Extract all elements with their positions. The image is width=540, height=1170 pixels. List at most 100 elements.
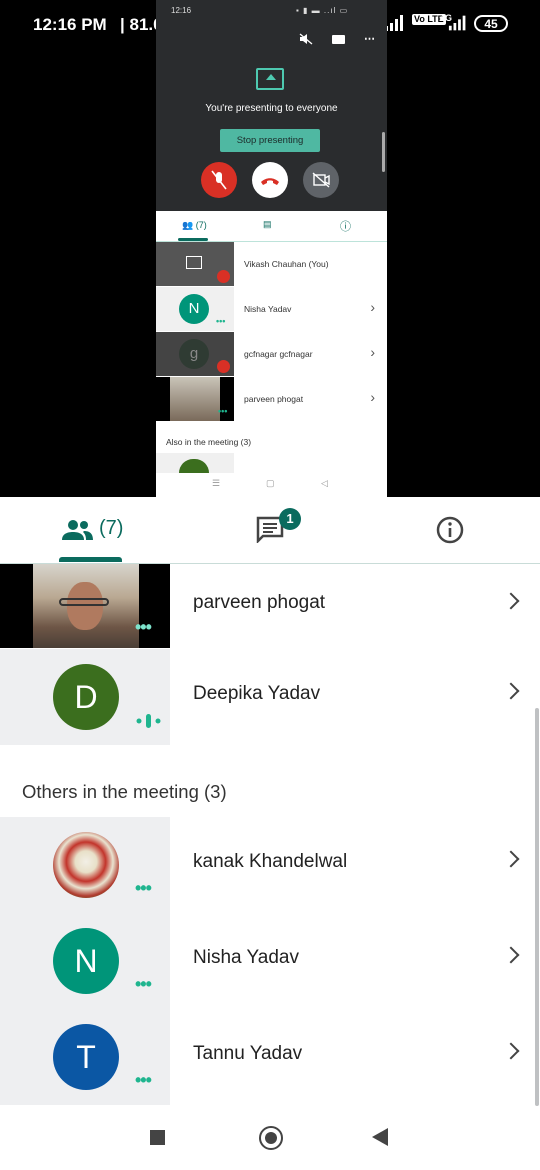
more-dots-icon: •••: [135, 1070, 152, 1090]
preview-thumb-video: •••: [156, 377, 234, 421]
chevron-right-icon: ›: [370, 299, 375, 315]
preview-people-panel: 👥 (7) ▤ ⓘ Vikash Chauhan (You) N ••• Nis…: [156, 211, 387, 497]
preview-thumb: N •••: [156, 287, 234, 331]
chevron-right-icon: [502, 592, 520, 610]
preview-tabs: 👥 (7) ▤ ⓘ: [156, 211, 387, 242]
preview-present-icon: [186, 256, 202, 269]
speaking-icon: [136, 714, 161, 728]
end-call-button[interactable]: [252, 162, 288, 198]
presenting-text: You're presenting to everyone: [205, 103, 338, 114]
participant-tile: •••: [0, 817, 170, 913]
people-icon[interactable]: [60, 519, 94, 541]
participant-tile: N •••: [0, 913, 170, 1009]
tab-bar: [0, 497, 540, 564]
back-icon[interactable]: [372, 1128, 388, 1146]
preview-status-time: 12:16: [171, 6, 192, 15]
speaker-off-icon[interactable]: [299, 33, 313, 45]
info-icon[interactable]: [436, 516, 464, 544]
preview-video: [170, 377, 220, 421]
screen-share-area: 12:16 PM | 81.0KB/s Vo LTE 4G 45 12:16 ▪…: [0, 0, 540, 497]
recents-icon[interactable]: [150, 1130, 165, 1145]
avatar-photo: [53, 832, 119, 898]
stop-presenting-button[interactable]: Stop presenting: [220, 129, 320, 152]
preview-mic-off-icon: [217, 270, 230, 283]
tab-people-count[interactable]: (7): [99, 517, 123, 540]
preview-participant-name: parveen phogat: [244, 394, 304, 404]
presenting-icon: [256, 68, 284, 90]
preview-dots: •••: [216, 316, 226, 326]
status-time: 12:16 PM: [33, 15, 107, 34]
preview-participant-row: Vikash Chauhan (You): [156, 242, 387, 286]
participant-name: Nisha Yadav: [193, 947, 299, 968]
camera-off-button[interactable]: [303, 162, 339, 198]
preview-thumb: g: [156, 332, 234, 376]
preview-participant-name: gcfnagar gcfnagar: [244, 349, 313, 359]
chevron-right-icon: [502, 1042, 520, 1060]
participant-tile: T •••: [0, 1009, 170, 1105]
more-dots-icon: •••: [135, 617, 152, 637]
more-options-icon[interactable]: ⋯: [364, 33, 375, 45]
mic-off-button[interactable]: [201, 162, 237, 198]
preview-avatar: N: [179, 294, 209, 324]
avatar: N: [53, 928, 119, 994]
participant-glasses: [59, 598, 109, 606]
chevron-right-icon: [502, 850, 520, 868]
preview-nav-home-icon: ▢: [266, 478, 275, 488]
preview-thumb-present: [156, 242, 234, 286]
chevron-right-icon: [502, 946, 520, 964]
participant-row-deepika[interactable]: D Deepika Yadav: [0, 649, 540, 745]
preview-next-avatar: [179, 459, 209, 473]
participant-tile: D: [0, 649, 170, 745]
battery-icon: 45: [474, 15, 508, 32]
chevron-right-icon: ›: [370, 344, 375, 360]
preview-participant-row[interactable]: ••• parveen phogat ›: [156, 377, 387, 421]
participant-row-nisha[interactable]: N ••• Nisha Yadav: [0, 913, 540, 1009]
preview-next-thumb: [156, 453, 234, 473]
participant-video-tile: •••: [0, 564, 170, 648]
preview-nav-menu-icon: ☰: [212, 478, 221, 488]
preview-status-bar: 12:16 ▪ ▮ ▬ ..ıl ▭: [156, 6, 387, 20]
shared-screen-preview: 12:16 ▪ ▮ ▬ ..ıl ▭ ⋯ You're presenting t…: [156, 0, 387, 497]
preview-participant-row[interactable]: g gcfnagar gcfnagar ›: [156, 332, 387, 376]
preview-participant-name: Vikash Chauhan (You): [244, 259, 329, 269]
participant-name: parveen phogat: [193, 592, 326, 613]
preview-navbar: ☰ ▢ ◁: [156, 473, 387, 497]
chat-badge: 1: [279, 508, 301, 530]
list-scrollbar[interactable]: [535, 708, 539, 1106]
avatar: T: [53, 1024, 119, 1090]
participant-row-tannu[interactable]: T ••• Tannu Yadav: [0, 1009, 540, 1105]
participant-name: Tannu Yadav: [193, 1043, 303, 1064]
avatar: D: [53, 664, 119, 730]
chevron-right-icon: ›: [370, 389, 375, 405]
mic-off-icon: [211, 170, 227, 190]
chevron-right-icon: [502, 682, 520, 700]
preview-chat-icon: ▤: [263, 219, 272, 229]
preview-scrollbar: [382, 132, 385, 172]
participant-video: [33, 564, 139, 648]
preview-toolbar: ⋯: [299, 32, 375, 45]
signal-icon-2: [448, 15, 466, 31]
participant-row-parveen[interactable]: ••• parveen phogat: [0, 564, 540, 648]
captions-icon[interactable]: [331, 34, 345, 44]
preview-mic-off-icon: [217, 360, 230, 373]
preview-info-icon: ⓘ: [340, 221, 351, 233]
preview-people-count: (7): [195, 220, 207, 230]
participant-row-kanak[interactable]: ••• kanak Khandelwal: [0, 817, 540, 913]
camera-off-icon: [312, 172, 330, 188]
more-dots-icon: •••: [135, 878, 152, 898]
others-section-title: Others in the meeting (3): [22, 781, 227, 802]
tab-indicator: [59, 557, 122, 562]
participant-name: Deepika Yadav: [193, 683, 321, 704]
preview-avatar: g: [179, 339, 209, 369]
participant-face: [67, 582, 103, 630]
preview-tab-indicator: [178, 238, 208, 241]
more-dots-icon: •••: [135, 974, 152, 994]
preview-nav-back-icon: ◁: [321, 478, 328, 488]
signal-icon: [385, 15, 403, 31]
end-call-icon: [261, 178, 279, 185]
preview-status-icons: ▪ ▮ ▬ ..ıl ▭: [296, 6, 349, 15]
home-icon[interactable]: [259, 1126, 283, 1150]
preview-dots: •••: [218, 406, 228, 416]
participant-name: kanak Khandelwal: [193, 851, 348, 872]
preview-participant-row[interactable]: N ••• Nisha Yadav ›: [156, 287, 387, 331]
